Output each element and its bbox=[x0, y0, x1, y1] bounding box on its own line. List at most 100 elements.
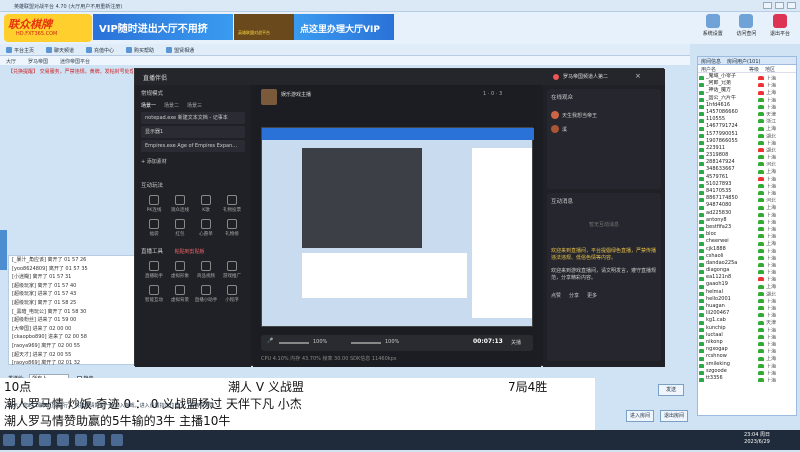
promo-button[interactable]: 游戏推广 bbox=[219, 261, 245, 279]
user-row[interactable]: smileking上海 bbox=[698, 361, 796, 368]
scene-source[interactable]: 显示器1 bbox=[141, 126, 245, 138]
audience-row[interactable]: 天生我想当帝王 bbox=[551, 111, 657, 119]
user-row[interactable]: 1577990051湖北 bbox=[698, 131, 796, 138]
avatar[interactable] bbox=[553, 74, 559, 80]
user-row[interactable]: dandao225a上海 bbox=[698, 260, 796, 268]
enter-room-button[interactable]: 进入房间 bbox=[626, 410, 654, 422]
toolbar-chat[interactable]: 聊天频道 bbox=[46, 47, 74, 54]
user-row[interactable]: szgoode上海 bbox=[698, 368, 796, 375]
user-row[interactable]: 8867174850河北 bbox=[698, 195, 796, 203]
user-row[interactable]: 1hfd4616上海 bbox=[698, 102, 796, 109]
user-row[interactable]: _国公_六片牛上海 bbox=[698, 95, 796, 102]
breadcrumb-item[interactable]: 大厅 bbox=[6, 58, 16, 65]
app-icon[interactable] bbox=[111, 434, 123, 446]
user-row[interactable]: gaaoh19上海 bbox=[698, 281, 796, 289]
stream-cover[interactable] bbox=[261, 89, 277, 105]
user-row[interactable]: ea1121n8上海 bbox=[698, 274, 796, 282]
volume-slider[interactable] bbox=[351, 342, 381, 344]
wishlist-button[interactable]: 心愿单 bbox=[193, 219, 219, 237]
leave-room-button[interactable]: 退出房间 bbox=[660, 410, 688, 422]
lucky-bag-button[interactable]: 福袋 bbox=[141, 219, 167, 237]
user-row[interactable]: cjk1888上海 bbox=[698, 246, 796, 253]
col-level[interactable]: 等级 bbox=[749, 66, 759, 73]
user-row[interactable]: 94874080 上海 bbox=[698, 202, 796, 210]
user-row[interactable]: cheerwei 上海 bbox=[698, 238, 796, 246]
helper-button[interactable]: 直播小助手 bbox=[193, 285, 219, 303]
gift-vote-button[interactable]: 礼物投票 bbox=[219, 195, 245, 213]
app-icon[interactable] bbox=[93, 434, 105, 446]
col-region[interactable]: 地区 bbox=[765, 66, 775, 73]
toolbar-help[interactable]: 购买帮助 bbox=[126, 47, 154, 54]
user-row[interactable]: helmal湖北 bbox=[698, 289, 796, 296]
breadcrumb-item[interactable]: 迷你帝国平台 bbox=[60, 58, 90, 65]
folder-icon[interactable] bbox=[39, 434, 51, 446]
tab-room-info[interactable]: 房间信息 bbox=[701, 58, 721, 65]
companion-user[interactable]: 罗马帝国频道人第二 bbox=[563, 73, 608, 80]
karaoke-button[interactable]: K歌 bbox=[193, 195, 219, 213]
user-row[interactable]: 288147924河北 bbox=[698, 159, 796, 167]
user-row[interactable]: 51027893上海 bbox=[698, 181, 796, 188]
user-row[interactable]: ngxogap上海 bbox=[698, 346, 796, 354]
like-button[interactable]: 点赞 bbox=[551, 293, 561, 299]
user-row[interactable]: 223911湖北 bbox=[698, 145, 796, 153]
user-row[interactable]: 84170535上海 bbox=[698, 188, 796, 196]
toolbar-home[interactable]: 平台主页 bbox=[6, 47, 34, 54]
brand-logo[interactable]: 联众棋牌 HD.FXT365.COM bbox=[4, 14, 92, 42]
tab-scene-3[interactable]: 场景三 bbox=[187, 102, 202, 109]
user-row[interactable]: 110555浙江 bbox=[698, 116, 796, 124]
search-icon[interactable] bbox=[21, 434, 33, 446]
browser-icon[interactable] bbox=[57, 434, 69, 446]
settings-button[interactable]: 系统设置 bbox=[699, 14, 727, 37]
close-icon[interactable] bbox=[787, 2, 796, 9]
user-row[interactable]: 4579761上海 bbox=[698, 174, 796, 181]
windows-icon[interactable] bbox=[3, 434, 15, 446]
user-row[interactable]: tt3356 上海 bbox=[698, 375, 796, 383]
assistant-button[interactable]: 直播助手 bbox=[141, 261, 167, 279]
user-row[interactable]: 348633667上海 bbox=[698, 166, 796, 174]
query-button[interactable]: 访问查问 bbox=[732, 14, 760, 37]
user-row[interactable]: kunchip上海 bbox=[698, 325, 796, 332]
breadcrumb-item[interactable]: 罗马帝国 bbox=[28, 58, 48, 65]
user-row[interactable]: nikonp上海 bbox=[698, 339, 796, 347]
more-button[interactable]: 更多 bbox=[587, 293, 597, 299]
user-row[interactable]: antony8上海 bbox=[698, 217, 796, 224]
user-row[interactable]: 2319808上海 bbox=[698, 152, 796, 160]
mic-icon[interactable]: 🎤 bbox=[267, 338, 273, 344]
user-list[interactable]: _鬼域_小零子上海 _阿郎_兄弟上海 _神话_魔方上海 _国公_六片牛上海 1hfd46… bbox=[698, 73, 796, 383]
audience-link-button[interactable]: 观众连线 bbox=[167, 195, 193, 213]
crest-logo[interactable]: 英雄联盟对战平台 bbox=[234, 14, 294, 40]
app-icon[interactable] bbox=[75, 434, 87, 446]
user-row[interactable]: lil200467上海 bbox=[698, 310, 796, 318]
maximize-icon[interactable] bbox=[775, 2, 784, 9]
clock[interactable]: 23:04 周日 2023/6/29 bbox=[744, 432, 770, 446]
user-row[interactable]: 1467791724 上海 bbox=[698, 123, 796, 131]
bg-button[interactable]: 虚拟背景 bbox=[167, 285, 193, 303]
volume-slider[interactable] bbox=[279, 342, 309, 344]
user-row[interactable]: ad225830上海 bbox=[698, 210, 796, 217]
user-row[interactable]: bloc上海 bbox=[698, 231, 796, 239]
toolbar-recharge[interactable]: 充值中心 bbox=[86, 47, 114, 54]
stop-stream-button[interactable]: 关播 bbox=[511, 339, 521, 346]
smart-button[interactable]: 智能互动 bbox=[141, 285, 167, 303]
vip-banner-left[interactable]: VIP随时进出大厅不用挤 bbox=[93, 14, 233, 40]
tab-scene-2[interactable]: 场景二 bbox=[164, 102, 179, 109]
audience-row[interactable]: 溪 bbox=[551, 125, 657, 133]
side-tab[interactable] bbox=[0, 230, 7, 270]
vip-banner-right[interactable]: 点这里办理大厅VIP bbox=[294, 14, 394, 40]
gift-rank-button[interactable]: 礼物榜 bbox=[219, 219, 245, 237]
tab-room-users[interactable]: 房间用户(101) bbox=[727, 58, 760, 65]
user-row[interactable]: bestfifa23上海 bbox=[698, 224, 796, 232]
exit-button[interactable]: 退出平台 bbox=[766, 14, 794, 37]
scene-source[interactable]: notepad.exe 新建文本文档 - 记事本 bbox=[141, 112, 245, 124]
goods-button[interactable]: 商品视频 bbox=[193, 261, 219, 279]
user-row[interactable]: kg1.cab 天津 bbox=[698, 317, 796, 325]
share-button[interactable]: 分享 bbox=[569, 293, 579, 299]
stream-preview[interactable] bbox=[261, 127, 534, 327]
user-row[interactable]: _神话_魔方 上海 bbox=[698, 87, 796, 95]
user-row[interactable]: huagan上海 bbox=[698, 303, 796, 311]
stream-title[interactable]: 娱乐游戏主播 bbox=[281, 91, 311, 98]
minimize-icon[interactable] bbox=[763, 2, 772, 9]
send-button[interactable]: 发送 bbox=[658, 384, 684, 396]
user-row[interactable]: 1457086660天津 bbox=[698, 109, 796, 117]
user-row[interactable]: 1907866055上海 bbox=[698, 138, 796, 145]
